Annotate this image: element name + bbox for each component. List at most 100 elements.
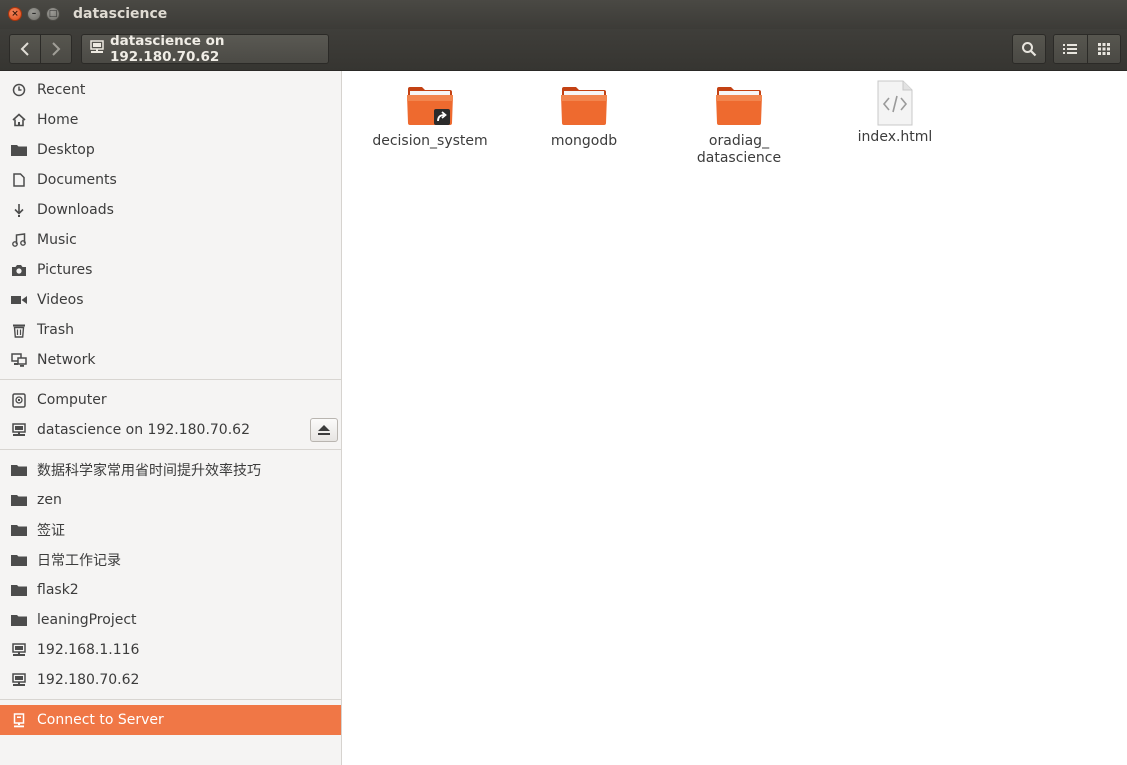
sidebar-item-label: datascience on 192.180.70.62: [37, 422, 250, 438]
file-item-html[interactable]: index.html: [830, 79, 960, 146]
sidebar-item-label: 192.168.1.116: [37, 642, 140, 658]
sidebar-item-label: Pictures: [37, 262, 93, 278]
sidebar-item-label: Downloads: [37, 202, 114, 218]
folder-icon: [10, 581, 28, 599]
network-drive-icon: [10, 641, 28, 659]
trash-icon: [10, 321, 28, 339]
sidebar-item-label: Documents: [37, 172, 117, 188]
sidebar-item-pictures[interactable]: Pictures: [0, 255, 341, 285]
file-name-line: datascience: [696, 150, 782, 166]
sidebar-item-label: Desktop: [37, 142, 95, 158]
sidebar-item-computer[interactable]: Computer: [0, 385, 341, 415]
back-button[interactable]: [10, 35, 41, 63]
sidebar-bookmark[interactable]: 签证: [0, 515, 341, 545]
navigation-buttons: [9, 34, 72, 64]
sidebar-separator: [0, 449, 341, 450]
sidebar-item-home[interactable]: Home: [0, 105, 341, 135]
computer-icon: [10, 391, 28, 409]
sidebar-bookmark[interactable]: leaningProject: [0, 605, 341, 635]
maximize-window-button[interactable]: □: [46, 7, 60, 21]
download-icon: [10, 201, 28, 219]
search-button[interactable]: [1012, 34, 1046, 64]
home-icon: [10, 111, 28, 129]
video-icon: [10, 291, 28, 309]
sidebar-bookmark[interactable]: zen: [0, 485, 341, 515]
grid-view-icon: [1097, 43, 1110, 55]
sidebar-item-label: Connect to Server: [37, 712, 164, 728]
file-name: oradiag_ datascience: [674, 133, 804, 167]
sidebar-item-label: Network: [37, 352, 96, 368]
eject-icon: [318, 425, 330, 435]
clock-icon: [10, 81, 28, 99]
sidebar-separator: [0, 379, 341, 380]
sidebar: Recent Home Desktop Documents Downloads …: [0, 71, 342, 765]
sidebar-item-label: Computer: [37, 392, 107, 408]
sidebar-item-label: 192.180.70.62: [37, 672, 140, 688]
minimize-window-button[interactable]: –: [27, 7, 41, 21]
music-icon: [10, 231, 28, 249]
sidebar-bookmark[interactable]: 数据科学家常用省时间提升效率技巧: [0, 455, 341, 485]
sidebar-item-label: Videos: [37, 292, 84, 308]
search-icon: [1022, 42, 1037, 57]
connect-to-server-item[interactable]: Connect to Server: [0, 705, 341, 735]
sidebar-bookmark[interactable]: 192.180.70.62: [0, 665, 341, 695]
eject-button[interactable]: [310, 418, 338, 442]
sidebar-item-label: 数据科学家常用省时间提升效率技巧: [37, 463, 261, 479]
folder-link-icon: [406, 83, 454, 131]
camera-icon: [10, 261, 28, 279]
sidebar-bookmark[interactable]: flask2: [0, 575, 341, 605]
network-drive-icon: [90, 40, 104, 58]
sidebar-item-recent[interactable]: Recent: [0, 75, 341, 105]
sidebar-bookmark[interactable]: 192.168.1.116: [0, 635, 341, 665]
folder-icon: [10, 611, 28, 629]
minimize-icon: –: [31, 9, 37, 19]
grid-view-button[interactable]: [1087, 35, 1120, 63]
sidebar-item-label: Recent: [37, 82, 86, 98]
file-name-line: oradiag_: [708, 133, 770, 149]
sidebar-item-music[interactable]: Music: [0, 225, 341, 255]
network-icon: [10, 351, 28, 369]
sidebar-item-label: Home: [37, 112, 79, 128]
file-name: decision_system: [372, 133, 488, 149]
sidebar-bookmark[interactable]: 日常工作记录: [0, 545, 341, 575]
forward-arrow-icon: [52, 42, 61, 56]
folder-icon: [10, 521, 28, 539]
list-view-icon: [1063, 44, 1078, 54]
toolbar: datascience on 192.180.70.62: [0, 29, 1127, 71]
sidebar-item-documents[interactable]: Documents: [0, 165, 341, 195]
folder-icon: [10, 491, 28, 509]
file-item-folder-link[interactable]: decision_system: [365, 83, 495, 150]
sidebar-item-desktop[interactable]: Desktop: [0, 135, 341, 165]
path-label: datascience on 192.180.70.62: [110, 33, 225, 65]
sidebar-item-videos[interactable]: Videos: [0, 285, 341, 315]
sidebar-item-datascience-share[interactable]: datascience on 192.180.70.62: [0, 415, 341, 445]
sidebar-item-label: flask2: [37, 582, 79, 598]
network-drive-icon: [10, 421, 28, 439]
close-window-button[interactable]: ×: [8, 7, 22, 21]
file-manager-window: × – □ datascience datascience on 192.180…: [0, 0, 1127, 765]
file-item-folder[interactable]: mongodb: [519, 83, 649, 150]
sidebar-item-label: Music: [37, 232, 77, 248]
sidebar-item-downloads[interactable]: Downloads: [0, 195, 341, 225]
sidebar-item-network[interactable]: Network: [0, 345, 341, 375]
folder-icon: [10, 461, 28, 479]
folder-icon: [715, 83, 763, 131]
folder-icon: [560, 83, 608, 131]
list-view-button[interactable]: [1054, 35, 1088, 63]
sidebar-item-label: zen: [37, 492, 62, 508]
folder-icon: [10, 551, 28, 569]
path-bar-button[interactable]: datascience on 192.180.70.62: [81, 33, 329, 65]
sidebar-item-trash[interactable]: Trash: [0, 315, 341, 345]
forward-button[interactable]: [41, 35, 71, 63]
server-icon: [10, 711, 28, 729]
file-item-folder[interactable]: oradiag_ datascience: [674, 83, 804, 167]
maximize-icon: □: [48, 9, 58, 19]
file-name: mongodb: [550, 133, 618, 149]
window-title: datascience: [73, 6, 168, 22]
sidebar-separator: [0, 699, 341, 700]
sidebar-item-label: 签证: [37, 523, 65, 539]
network-drive-icon: [10, 671, 28, 689]
sidebar-item-label: leaningProject: [37, 612, 137, 628]
back-arrow-icon: [20, 42, 29, 56]
html-file-icon: [871, 79, 919, 127]
